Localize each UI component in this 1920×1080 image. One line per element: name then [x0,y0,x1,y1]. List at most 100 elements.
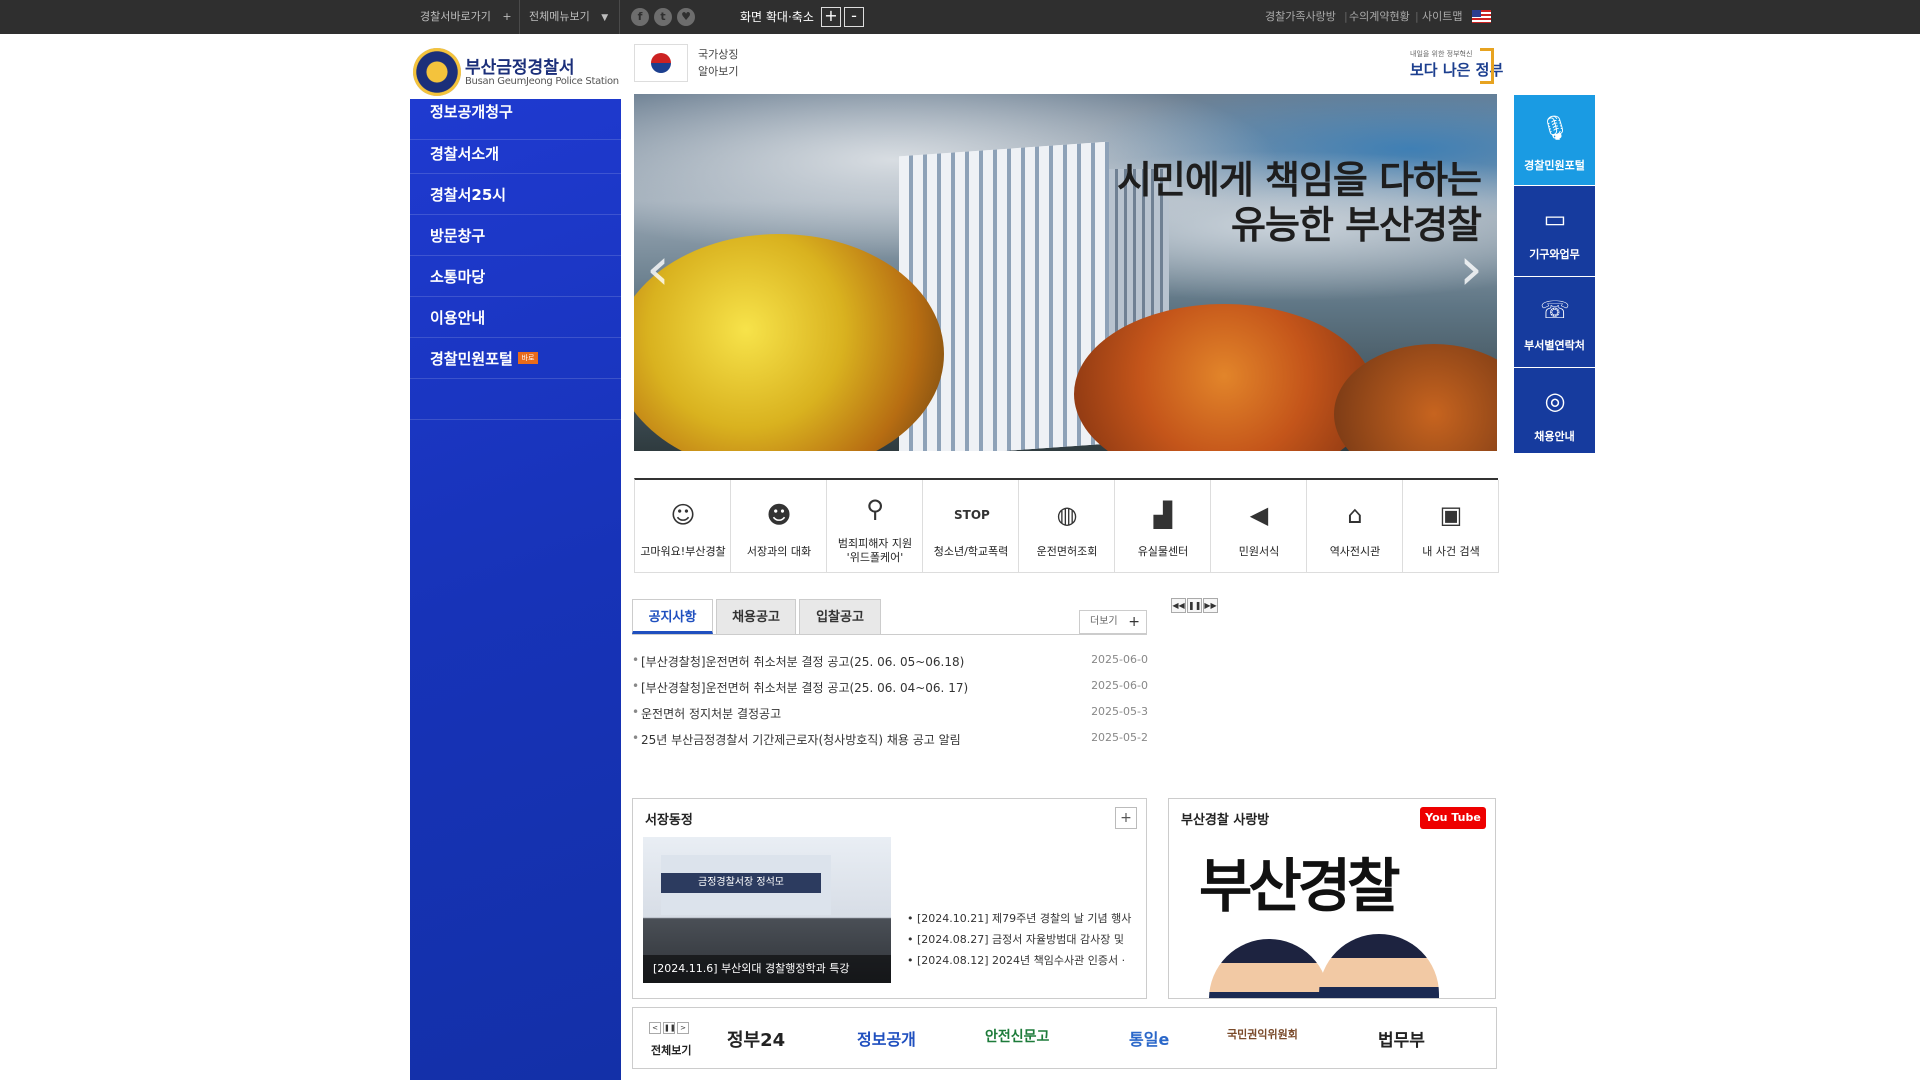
police-officer-image [1209,939,1329,998]
partner-gov24-logo[interactable]: 정부24 [727,1026,785,1054]
service-victim-support[interactable]: ⚲ 범죄피해자 지원 '위드폴케어' [827,480,923,573]
service-lost-found[interactable]: ▟ 유실물센터 [1115,480,1211,573]
notice-date: 2025-06-0 [1091,679,1148,692]
banner-pause-button[interactable]: ❚❚ [663,1022,676,1034]
partner-safety-report-logo[interactable]: 안전신문고 [985,1026,1049,1054]
house-icon: ⌂ [1347,501,1363,529]
notice-date: 2025-05-3 [1091,705,1148,718]
police-family-link[interactable]: 경찰가족사랑방 [1265,0,1336,34]
service-thanks-police[interactable]: ☺ 고마워요!부산경찰 [635,480,731,573]
popup-prev-button[interactable]: ◀◀ [1171,598,1186,613]
plus-icon: + [502,10,512,23]
partner-banner-bar: < ❚❚ > 전체보기 정부24 정보공개 안전신문고 통일e 국민권익위원회 … [632,1007,1497,1069]
quick-contacts[interactable]: ☏ 부서별연락처 [1514,277,1595,367]
bullet-icon: • [632,653,640,667]
slider-next-arrow[interactable]: › [1459,234,1483,304]
service-shortcuts: ☺ 고마워요!부산경찰 ☻ 서장과의 대화 ⚲ 범죄피해자 지원 '위드폴케어'… [634,478,1499,573]
service-label: 고마워요!부산경찰 [640,545,726,558]
tab-recruitment[interactable]: 채용공고 [716,599,796,634]
notice-date: 2025-05-2 [1091,731,1148,744]
chief-news-title: 서장동정 [645,813,693,828]
zoom-in-button[interactable]: + [821,7,841,27]
chief-news-item[interactable]: • [2024.08.12] 2024년 책임수사관 인증서 · [907,952,1135,970]
chief-news-photo[interactable]: 금정경찰서장 정석모 [2024.11.6] 부산외대 경찰행정학과 특강 [643,837,891,983]
calligraphy-image: 부산경찰 [1199,852,1400,920]
notice-title: 25년 부산금정경찰서 기간제근로자(청사방호직) 채용 공고 알림 [641,733,961,747]
bullet-icon: • [632,679,640,693]
partner-unification-logo[interactable]: 통일e [1129,1026,1169,1054]
main-visual-slider[interactable]: 시민에게 책임을 다하는 유능한 부산경찰 ‹ › [634,94,1497,451]
twitter-icon[interactable]: t [654,8,672,26]
notice-more-button[interactable]: 더보기 + [1079,610,1147,634]
banner-prev-button[interactable]: < [649,1022,661,1034]
all-menu-button[interactable]: 전체메뉴보기 ▼ [529,0,608,34]
nav-item-label: 경찰민원포털 [430,350,513,368]
service-chief-talk[interactable]: ☻ 서장과의 대화 [731,480,827,573]
stop-sign-icon: STOP [954,508,990,522]
tab-notices[interactable]: 공지사항 [632,599,713,634]
service-youth-violence[interactable]: STOP 청소년/학교폭력 [923,480,1019,573]
service-case-search[interactable]: ▣ 내 사건 검색 [1403,480,1499,573]
lightbulb-icon: ◎ [1544,387,1566,415]
chief-news-text: [2024.08.12] 2024년 책임수사관 인증서 · [917,954,1126,967]
service-civil-forms[interactable]: ◀ 민원서식 [1211,480,1307,573]
partner-justice-ministry-logo[interactable]: 법무부 [1378,1026,1425,1054]
chief-news-more-button[interactable]: + [1115,807,1137,829]
chief-news-item[interactable]: • [2024.08.27] 금정서 자율방범대 감사장 및 [907,931,1135,949]
divider [519,0,520,34]
service-label: 청소년/학교폭력 [933,545,1009,558]
nav-item-label: 이용안내 [430,309,486,327]
heart-icon[interactable]: ♥ [677,8,695,26]
nav-item-station-24h[interactable]: 경찰서25시 [410,174,621,215]
divider [619,0,620,34]
nav-item-station-intro[interactable]: 경찰서소개 [410,133,621,174]
partner-rights-commission-logo[interactable]: 국민권익위원회 [1227,1026,1298,1054]
national-symbol-sublabel: 알아보기 [698,65,739,78]
popup-pause-button[interactable]: ❚❚ [1187,598,1202,613]
tab-bids[interactable]: 입찰공고 [799,599,881,634]
chief-news-item[interactable]: • [2024.10.21] 제79주년 경찰의 날 기념 행사 [907,910,1135,928]
contract-status-link[interactable]: 수의계약현황 [1349,0,1410,34]
nav-item-guide[interactable]: 이용안내 [410,297,621,338]
logo-title: 부산금정경찰서 [465,58,575,78]
plus-icon: + [1128,614,1140,630]
top-utility-bar: 경찰서바로가기 + 전체메뉴보기 ▼ f t ♥ 화면 확대·축소 + - 경찰… [0,0,1920,34]
nav-item-label: 정보공개청구 [430,103,513,121]
quick-label: 경찰민원포털 [1524,159,1585,172]
sitemap-link[interactable]: 사이트맵 [1422,0,1462,34]
national-symbol-label: 국가상징 [698,48,739,61]
notice-item[interactable]: • 운전면허 정지처분 결정공고 2025-05-3 [632,705,1148,725]
quick-recruitment[interactable]: ◎ 채용안내 [1514,368,1595,453]
service-history-hall[interactable]: ⌂ 역사전시관 [1307,480,1403,573]
notice-item[interactable]: • [부산경찰청]운전면허 취소처분 결정 공고(25. 06. 04~06. … [632,679,1148,699]
station-shortcut-menu[interactable]: 경찰서바로가기 + [420,0,512,34]
partner-open-info-logo[interactable]: 정보공개 [857,1026,916,1054]
slider-slogan-line2: 유능한 부산경찰 [1231,203,1482,247]
service-license-lookup[interactable]: ◍ 운전면허조회 [1019,480,1115,573]
notice-item[interactable]: • [부산경찰청]운전면허 취소처분 결정 공고(25. 06. 05~06.1… [632,653,1148,673]
zoom-out-button[interactable]: - [844,7,864,27]
nav-item-civil-portal[interactable]: 경찰민원포털 바로 [410,338,621,379]
youtube-logo-icon[interactable]: You Tube [1420,807,1486,829]
service-label: 민원서식 [1238,545,1280,558]
monitor-cursor-icon: ▣ [1439,501,1463,529]
shortcut-badge: 바로 [518,352,538,364]
national-symbol-link[interactable] [634,44,688,82]
site-logo[interactable]: 부산금정경찰서 Busan GeumJeong Police Station [413,48,623,98]
english-flag-icon[interactable] [1472,10,1491,23]
nav-item-communication[interactable]: 소통마당 [410,256,621,297]
microphone-icon: 🎙 [1540,114,1571,142]
banner-next-button[interactable]: > [677,1022,689,1034]
nav-item-visit-window[interactable]: 방문창구 [410,215,621,256]
slider-prev-arrow[interactable]: ‹ [646,234,670,304]
notice-item[interactable]: • 25년 부산금정경찰서 기간제근로자(청사방호직) 채용 공고 알림 202… [632,731,1148,751]
banner-view-all-link[interactable]: 전체보기 [651,1042,691,1058]
chief-news-box: 서장동정 + 금정경찰서장 정석모 [2024.11.6] 부산외대 경찰행정학… [632,798,1147,999]
police-mascot-icon: ☺ [670,501,696,529]
facebook-icon[interactable]: f [631,8,649,26]
popup-next-button[interactable]: ▶▶ [1203,598,1218,613]
quick-organization[interactable]: ▭ 기구와업무 [1514,186,1595,276]
bullet-icon: • [632,705,640,719]
quick-label: 부서별연락처 [1524,339,1585,352]
quick-civil-portal[interactable]: 🎙 경찰민원포털 [1514,95,1595,185]
